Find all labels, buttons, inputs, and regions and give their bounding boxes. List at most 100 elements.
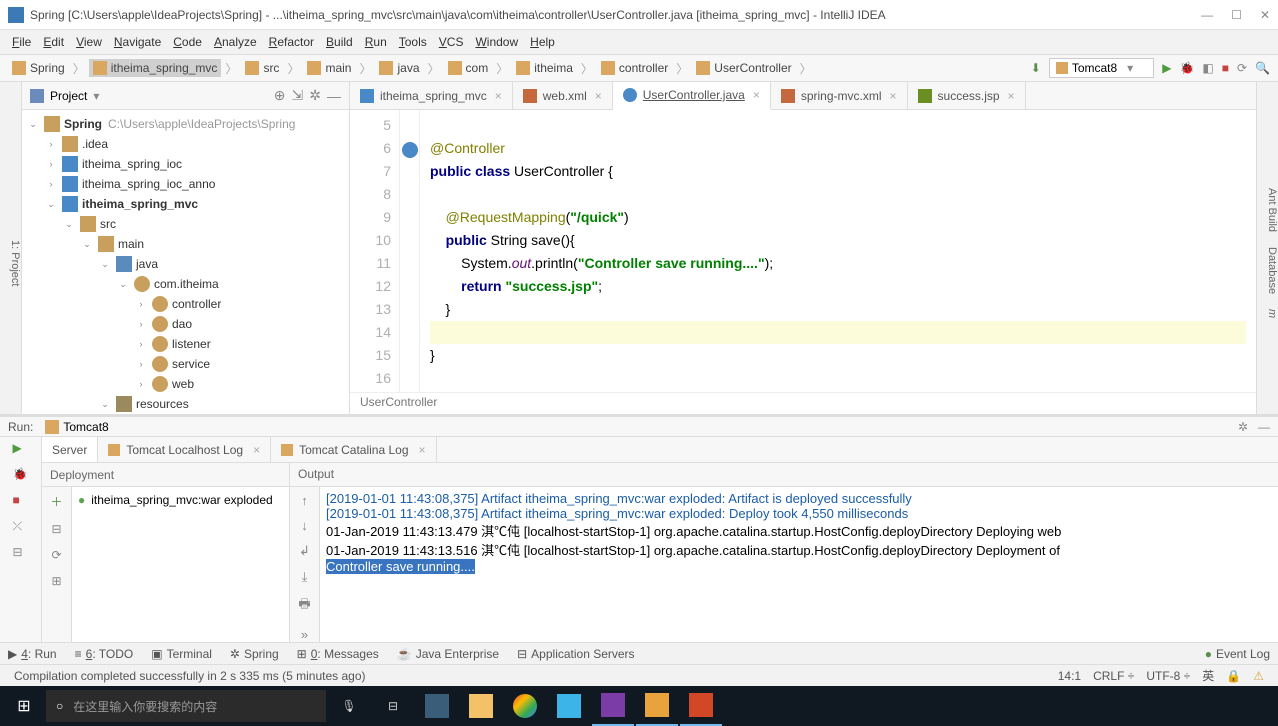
build-icon[interactable]: ⬇	[1031, 61, 1041, 75]
app-1[interactable]	[416, 686, 458, 726]
more-icon[interactable]: »	[301, 627, 308, 642]
minimize-button[interactable]: ―	[1201, 8, 1213, 22]
deploy-refresh-icon[interactable]: ⟳	[51, 548, 61, 562]
menu-view[interactable]: View	[72, 33, 106, 51]
file-explorer-icon[interactable]	[460, 686, 502, 726]
tree-node[interactable]: ⌄com.itheima	[22, 274, 349, 294]
close-tab-icon[interactable]: ×	[753, 88, 760, 102]
tree-node[interactable]: ⌄java	[22, 254, 349, 274]
javaee-tab-button[interactable]: ☕ Java Enterprise	[397, 647, 499, 661]
menu-help[interactable]: Help	[526, 33, 559, 51]
ant-build-button[interactable]: Ant Build	[1266, 188, 1278, 232]
run-tab[interactable]: Server	[42, 437, 98, 462]
run-stop-button[interactable]: ■	[13, 493, 29, 509]
intellij-icon[interactable]	[592, 686, 634, 726]
project-tool-button[interactable]: 1: Project	[9, 240, 21, 286]
menu-build[interactable]: Build	[322, 33, 357, 51]
menu-refactor[interactable]: Refactor	[265, 33, 318, 51]
tree-node[interactable]: ›controller	[22, 294, 349, 314]
tree-node[interactable]: ›.idea	[22, 134, 349, 154]
taskbar-search[interactable]: ○ 在这里输入你要搜索的内容	[46, 690, 326, 722]
tree-node[interactable]: ›itheima_spring_ioc	[22, 154, 349, 174]
run-button[interactable]: ▶	[1162, 61, 1171, 75]
tree-node[interactable]: ⌄src	[22, 214, 349, 234]
deploy-add-icon[interactable]: ＋	[50, 493, 62, 510]
class-gutter-icon[interactable]	[402, 142, 418, 158]
close-icon[interactable]: ×	[253, 443, 260, 457]
run-tab-button[interactable]: ▶ 4: Run	[8, 647, 57, 661]
tree-node[interactable]: ⌄resources	[22, 394, 349, 414]
event-log-button[interactable]: ● Event Log	[1205, 647, 1270, 661]
collapse-icon[interactable]: ⇲	[292, 87, 304, 104]
run-hide-icon[interactable]: —	[1258, 420, 1270, 434]
editor-tab[interactable]: web.xml×	[513, 82, 613, 109]
paint-icon[interactable]	[636, 686, 678, 726]
breadcrumb-item[interactable]: Spring	[8, 59, 69, 77]
project-root[interactable]: ⌄ Spring C:\Users\apple\IdeaProjects\Spr…	[22, 114, 349, 134]
close-tab-icon[interactable]: ×	[495, 89, 502, 103]
menu-edit[interactable]: Edit	[39, 33, 68, 51]
app-2[interactable]	[548, 686, 590, 726]
close-tab-icon[interactable]: ×	[890, 89, 897, 103]
deploy-remove-icon[interactable]: ⊟	[51, 522, 61, 536]
encoding[interactable]: UTF-8 ÷	[1146, 669, 1190, 683]
powerpoint-icon[interactable]	[680, 686, 722, 726]
breadcrumb-item[interactable]: itheima	[512, 59, 577, 77]
debug-button[interactable]: 🐞	[1179, 61, 1194, 75]
breadcrumb-item[interactable]: main	[303, 59, 355, 77]
editor-breadcrumb[interactable]: UserController	[350, 392, 1256, 414]
appservers-tab-button[interactable]: ⊟ Application Servers	[517, 647, 634, 661]
deploy-settings-icon[interactable]: ⊞	[51, 574, 61, 588]
run-settings-icon[interactable]: ✲	[1238, 420, 1248, 434]
inspections-icon[interactable]: ⚠	[1253, 669, 1264, 683]
stop-button[interactable]: ■	[1222, 61, 1229, 75]
run-config-dropdown[interactable]: Tomcat8 ▾	[1049, 58, 1154, 78]
close-tab-icon[interactable]: ×	[595, 89, 602, 103]
scroll-up-icon[interactable]: ↑	[301, 493, 308, 508]
run-debug-button[interactable]: 🐞	[13, 467, 29, 483]
start-button[interactable]: ⊞	[4, 690, 44, 722]
rerun-button[interactable]: ▶	[13, 441, 29, 457]
menu-analyze[interactable]: Analyze	[210, 33, 261, 51]
close-button[interactable]: ✕	[1260, 8, 1270, 22]
menu-window[interactable]: Window	[471, 33, 522, 51]
tree-node[interactable]: ⌄itheima_spring_mvc	[22, 194, 349, 214]
menu-vcs[interactable]: VCS	[435, 33, 468, 51]
editor-tab[interactable]: UserController.java×	[613, 82, 771, 110]
editor-tab[interactable]: spring-mvc.xml×	[771, 82, 908, 109]
print-icon[interactable]: 🖶	[298, 595, 310, 617]
task-view-icon[interactable]: ⊟	[372, 686, 414, 726]
tree-node[interactable]: ›dao	[22, 314, 349, 334]
console-output[interactable]: [2019-01-01 11:43:08,375] Artifact ithei…	[320, 487, 1278, 642]
locate-icon[interactable]: ⊕	[274, 87, 286, 104]
tree-node[interactable]: ›itheima_spring_ioc_anno	[22, 174, 349, 194]
menu-navigate[interactable]: Navigate	[110, 33, 165, 51]
breadcrumb-item[interactable]: UserController	[692, 59, 795, 77]
chrome-icon[interactable]	[504, 686, 546, 726]
hide-icon[interactable]: —	[327, 88, 341, 104]
maven-button[interactable]: m	[1266, 309, 1278, 318]
scroll-end-icon[interactable]: ⤓	[302, 569, 308, 585]
run-pin-button[interactable]: ⊟	[13, 545, 29, 561]
cursor-position[interactable]: 14:1	[1058, 669, 1081, 683]
tree-node[interactable]: ›web	[22, 374, 349, 394]
run-tab[interactable]: Tomcat Localhost Log×	[98, 437, 271, 462]
breadcrumb-item[interactable]: controller	[597, 59, 672, 77]
deployment-item[interactable]: ● itheima_spring_mvc:war exploded	[72, 487, 289, 642]
mic-icon[interactable]: 🎙	[328, 686, 370, 726]
run-exit-button[interactable]: ⤫	[13, 519, 29, 535]
coverage-button[interactable]: ◧	[1202, 61, 1213, 75]
editor-tab[interactable]: success.jsp×	[908, 82, 1026, 109]
close-tab-icon[interactable]: ×	[1008, 89, 1015, 103]
terminal-tab-button[interactable]: ▣ Terminal	[151, 647, 212, 661]
database-button[interactable]: Database	[1266, 247, 1278, 294]
close-icon[interactable]: ×	[419, 443, 426, 457]
tree-node[interactable]: ›listener	[22, 334, 349, 354]
search-everywhere-icon[interactable]: 🔍	[1255, 61, 1270, 75]
menu-code[interactable]: Code	[169, 33, 206, 51]
menu-run[interactable]: Run	[361, 33, 391, 51]
update-button[interactable]: ⟳	[1237, 61, 1247, 75]
code-area[interactable]: 5678910111213141516 @Controllerpublic cl…	[350, 110, 1256, 392]
line-separator[interactable]: CRLF ÷	[1093, 669, 1134, 683]
editor-tab[interactable]: itheima_spring_mvc×	[350, 82, 513, 109]
